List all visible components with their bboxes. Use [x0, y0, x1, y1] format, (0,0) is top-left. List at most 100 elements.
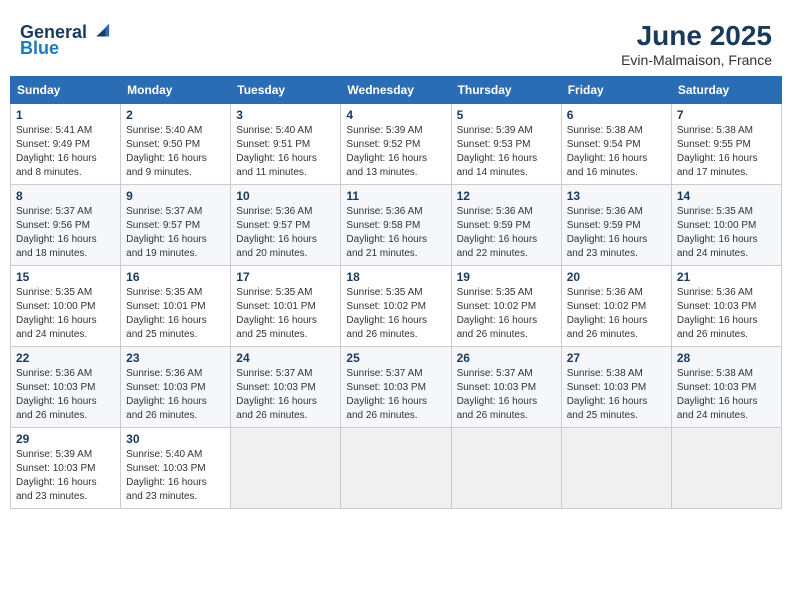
calendar: Sunday Monday Tuesday Wednesday Thursday…	[10, 76, 782, 509]
day-number: 15	[16, 270, 115, 284]
col-friday: Friday	[561, 77, 671, 104]
day-info: Sunrise: 5:36 AMSunset: 9:59 PMDaylight:…	[457, 205, 556, 261]
day-number: 19	[457, 270, 556, 284]
day-info: Sunrise: 5:38 AMSunset: 9:55 PMDaylight:…	[677, 124, 776, 180]
day-info: Sunrise: 5:40 AMSunset: 9:51 PMDaylight:…	[236, 124, 335, 180]
table-cell: 8 Sunrise: 5:37 AMSunset: 9:56 PMDayligh…	[11, 185, 121, 266]
table-cell: 16 Sunrise: 5:35 AMSunset: 10:01 PMDayli…	[121, 266, 231, 347]
day-number: 2	[126, 108, 225, 122]
day-number: 10	[236, 189, 335, 203]
day-info: Sunrise: 5:37 AMSunset: 9:56 PMDaylight:…	[16, 205, 115, 261]
day-info: Sunrise: 5:39 AMSunset: 9:52 PMDaylight:…	[346, 124, 445, 180]
table-cell: 24 Sunrise: 5:37 AMSunset: 10:03 PMDayli…	[231, 347, 341, 428]
table-cell: 26 Sunrise: 5:37 AMSunset: 10:03 PMDayli…	[451, 347, 561, 428]
day-number: 8	[16, 189, 115, 203]
day-info: Sunrise: 5:36 AMSunset: 10:02 PMDaylight…	[567, 286, 666, 342]
day-info: Sunrise: 5:36 AMSunset: 9:57 PMDaylight:…	[236, 205, 335, 261]
day-info: Sunrise: 5:36 AMSunset: 10:03 PMDaylight…	[677, 286, 776, 342]
table-cell: 29 Sunrise: 5:39 AMSunset: 10:03 PMDayli…	[11, 428, 121, 509]
day-info: Sunrise: 5:38 AMSunset: 10:03 PMDaylight…	[567, 367, 666, 423]
day-number: 30	[126, 432, 225, 446]
table-cell: 25 Sunrise: 5:37 AMSunset: 10:03 PMDayli…	[341, 347, 451, 428]
day-info: Sunrise: 5:35 AMSunset: 10:01 PMDaylight…	[236, 286, 335, 342]
table-cell: 15 Sunrise: 5:35 AMSunset: 10:00 PMDayli…	[11, 266, 121, 347]
col-saturday: Saturday	[671, 77, 781, 104]
location: Evin-Malmaison, France	[621, 52, 772, 68]
day-info: Sunrise: 5:37 AMSunset: 10:03 PMDaylight…	[236, 367, 335, 423]
day-info: Sunrise: 5:37 AMSunset: 10:03 PMDaylight…	[457, 367, 556, 423]
day-number: 27	[567, 351, 666, 365]
header-row: Sunday Monday Tuesday Wednesday Thursday…	[11, 77, 782, 104]
table-cell: 12 Sunrise: 5:36 AMSunset: 9:59 PMDaylig…	[451, 185, 561, 266]
col-monday: Monday	[121, 77, 231, 104]
day-number: 6	[567, 108, 666, 122]
day-number: 28	[677, 351, 776, 365]
day-number: 24	[236, 351, 335, 365]
day-number: 18	[346, 270, 445, 284]
day-info: Sunrise: 5:40 AMSunset: 10:03 PMDaylight…	[126, 448, 225, 504]
table-cell: 23 Sunrise: 5:36 AMSunset: 10:03 PMDayli…	[121, 347, 231, 428]
day-number: 12	[457, 189, 556, 203]
table-cell: 17 Sunrise: 5:35 AMSunset: 10:01 PMDayli…	[231, 266, 341, 347]
table-cell: 20 Sunrise: 5:36 AMSunset: 10:02 PMDayli…	[561, 266, 671, 347]
table-cell: 9 Sunrise: 5:37 AMSunset: 9:57 PMDayligh…	[121, 185, 231, 266]
col-tuesday: Tuesday	[231, 77, 341, 104]
day-number: 26	[457, 351, 556, 365]
day-info: Sunrise: 5:36 AMSunset: 9:59 PMDaylight:…	[567, 205, 666, 261]
day-info: Sunrise: 5:37 AMSunset: 9:57 PMDaylight:…	[126, 205, 225, 261]
table-cell: 28 Sunrise: 5:38 AMSunset: 10:03 PMDayli…	[671, 347, 781, 428]
day-number: 14	[677, 189, 776, 203]
table-cell: 21 Sunrise: 5:36 AMSunset: 10:03 PMDayli…	[671, 266, 781, 347]
day-number: 17	[236, 270, 335, 284]
col-sunday: Sunday	[11, 77, 121, 104]
week-row-3: 15 Sunrise: 5:35 AMSunset: 10:00 PMDayli…	[11, 266, 782, 347]
logo: General Blue	[20, 20, 111, 59]
day-number: 23	[126, 351, 225, 365]
day-info: Sunrise: 5:36 AMSunset: 9:58 PMDaylight:…	[346, 205, 445, 261]
table-cell: 22 Sunrise: 5:36 AMSunset: 10:03 PMDayli…	[11, 347, 121, 428]
table-cell	[341, 428, 451, 509]
day-info: Sunrise: 5:41 AMSunset: 9:49 PMDaylight:…	[16, 124, 115, 180]
table-cell	[671, 428, 781, 509]
day-number: 1	[16, 108, 115, 122]
table-cell: 10 Sunrise: 5:36 AMSunset: 9:57 PMDaylig…	[231, 185, 341, 266]
title-area: June 2025 Evin-Malmaison, France	[621, 20, 772, 68]
day-number: 16	[126, 270, 225, 284]
table-cell: 2 Sunrise: 5:40 AMSunset: 9:50 PMDayligh…	[121, 104, 231, 185]
table-cell: 5 Sunrise: 5:39 AMSunset: 9:53 PMDayligh…	[451, 104, 561, 185]
day-info: Sunrise: 5:35 AMSunset: 10:00 PMDaylight…	[677, 205, 776, 261]
table-cell: 1 Sunrise: 5:41 AMSunset: 9:49 PMDayligh…	[11, 104, 121, 185]
day-number: 3	[236, 108, 335, 122]
day-number: 9	[126, 189, 225, 203]
day-number: 22	[16, 351, 115, 365]
week-row-2: 8 Sunrise: 5:37 AMSunset: 9:56 PMDayligh…	[11, 185, 782, 266]
month-year: June 2025	[621, 20, 772, 52]
day-info: Sunrise: 5:36 AMSunset: 10:03 PMDaylight…	[16, 367, 115, 423]
table-cell: 19 Sunrise: 5:35 AMSunset: 10:02 PMDayli…	[451, 266, 561, 347]
table-cell: 3 Sunrise: 5:40 AMSunset: 9:51 PMDayligh…	[231, 104, 341, 185]
day-info: Sunrise: 5:35 AMSunset: 10:02 PMDaylight…	[457, 286, 556, 342]
table-cell: 30 Sunrise: 5:40 AMSunset: 10:03 PMDayli…	[121, 428, 231, 509]
day-info: Sunrise: 5:39 AMSunset: 10:03 PMDaylight…	[16, 448, 115, 504]
table-cell: 4 Sunrise: 5:39 AMSunset: 9:52 PMDayligh…	[341, 104, 451, 185]
day-number: 5	[457, 108, 556, 122]
table-cell: 27 Sunrise: 5:38 AMSunset: 10:03 PMDayli…	[561, 347, 671, 428]
week-row-1: 1 Sunrise: 5:41 AMSunset: 9:49 PMDayligh…	[11, 104, 782, 185]
day-number: 29	[16, 432, 115, 446]
week-row-5: 29 Sunrise: 5:39 AMSunset: 10:03 PMDayli…	[11, 428, 782, 509]
header: General Blue June 2025 Evin-Malmaison, F…	[10, 10, 782, 76]
day-info: Sunrise: 5:35 AMSunset: 10:01 PMDaylight…	[126, 286, 225, 342]
day-info: Sunrise: 5:39 AMSunset: 9:53 PMDaylight:…	[457, 124, 556, 180]
table-cell: 18 Sunrise: 5:35 AMSunset: 10:02 PMDayli…	[341, 266, 451, 347]
table-cell	[231, 428, 341, 509]
week-row-4: 22 Sunrise: 5:36 AMSunset: 10:03 PMDayli…	[11, 347, 782, 428]
table-cell: 13 Sunrise: 5:36 AMSunset: 9:59 PMDaylig…	[561, 185, 671, 266]
day-number: 25	[346, 351, 445, 365]
day-info: Sunrise: 5:37 AMSunset: 10:03 PMDaylight…	[346, 367, 445, 423]
day-info: Sunrise: 5:40 AMSunset: 9:50 PMDaylight:…	[126, 124, 225, 180]
logo-blue: Blue	[20, 38, 59, 59]
day-info: Sunrise: 5:38 AMSunset: 10:03 PMDaylight…	[677, 367, 776, 423]
col-wednesday: Wednesday	[341, 77, 451, 104]
calendar-body: 1 Sunrise: 5:41 AMSunset: 9:49 PMDayligh…	[11, 104, 782, 509]
day-number: 7	[677, 108, 776, 122]
